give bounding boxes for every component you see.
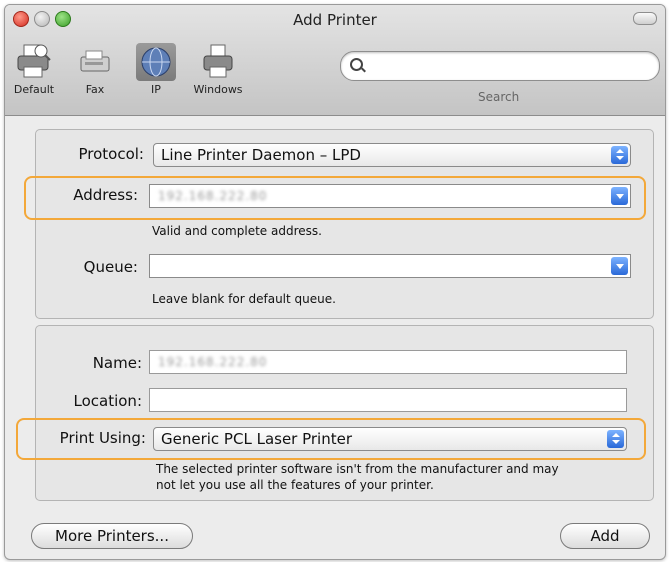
toolbar-ip-label: IP: [151, 83, 161, 96]
driver-warning-line2: not let you use all the features of your…: [156, 478, 434, 492]
toolbar-ip[interactable]: IP: [133, 43, 179, 96]
protocol-value: Line Printer Daemon – LPD: [161, 146, 361, 164]
address-hint: Valid and complete address.: [152, 224, 322, 238]
protocol-popup[interactable]: Line Printer Daemon – LPD: [153, 143, 631, 167]
print-using-value: Generic PCL Laser Printer: [161, 430, 353, 448]
search-label: Search: [478, 90, 520, 104]
search-icon: [350, 58, 363, 71]
fax-icon: [75, 43, 115, 81]
default-printer-icon: [14, 43, 54, 81]
toolbar-toggle-button[interactable]: [633, 12, 657, 25]
address-value: 192.168.222.80: [158, 189, 268, 203]
location-label: Location:: [73, 392, 143, 410]
windows-printer-icon: [198, 43, 238, 81]
toolbar-default[interactable]: Default: [9, 43, 59, 96]
dropdown-arrow-icon: [611, 257, 628, 275]
search-field[interactable]: [340, 51, 660, 81]
popup-arrows-icon: [607, 430, 624, 448]
address-field[interactable]: 192.168.222.80: [149, 184, 631, 208]
dropdown-arrow-icon: [611, 187, 628, 205]
print-using-popup[interactable]: Generic PCL Laser Printer: [153, 427, 627, 451]
window-title: Add Printer: [293, 11, 377, 29]
print-using-label: Print Using:: [59, 429, 146, 447]
queue-label: Queue:: [83, 258, 138, 276]
ip-globe-icon: [136, 43, 176, 81]
title-toolbar: Add Printer Default Fax IP Windows Searc…: [5, 5, 665, 116]
name-value: 192.168.222.80: [158, 355, 268, 369]
add-printer-window: Add Printer Default Fax IP Windows Searc…: [4, 4, 666, 560]
details-panel: Name: 192.168.222.80 Location: Print Usi…: [16, 325, 654, 501]
name-field[interactable]: 192.168.222.80: [149, 350, 627, 374]
toolbar-windows[interactable]: Windows: [185, 43, 251, 96]
connection-panel: Protocol: Line Printer Daemon – LPD Addr…: [24, 129, 654, 319]
address-label: Address:: [73, 186, 138, 204]
location-field[interactable]: [149, 388, 627, 412]
name-label: Name:: [92, 354, 142, 372]
protocol-label: Protocol:: [78, 145, 144, 163]
add-button[interactable]: Add: [560, 523, 650, 549]
queue-hint: Leave blank for default queue.: [152, 292, 336, 306]
toolbar-fax[interactable]: Fax: [73, 43, 117, 96]
toolbar-fax-label: Fax: [85, 83, 105, 96]
toolbar-default-label: Default: [13, 83, 55, 96]
more-printers-button[interactable]: More Printers...: [31, 523, 193, 549]
popup-arrows-icon: [611, 146, 628, 164]
toolbar-windows-label: Windows: [193, 83, 243, 96]
driver-warning-line1: The selected printer software isn't from…: [156, 462, 559, 476]
queue-field[interactable]: [149, 254, 631, 278]
